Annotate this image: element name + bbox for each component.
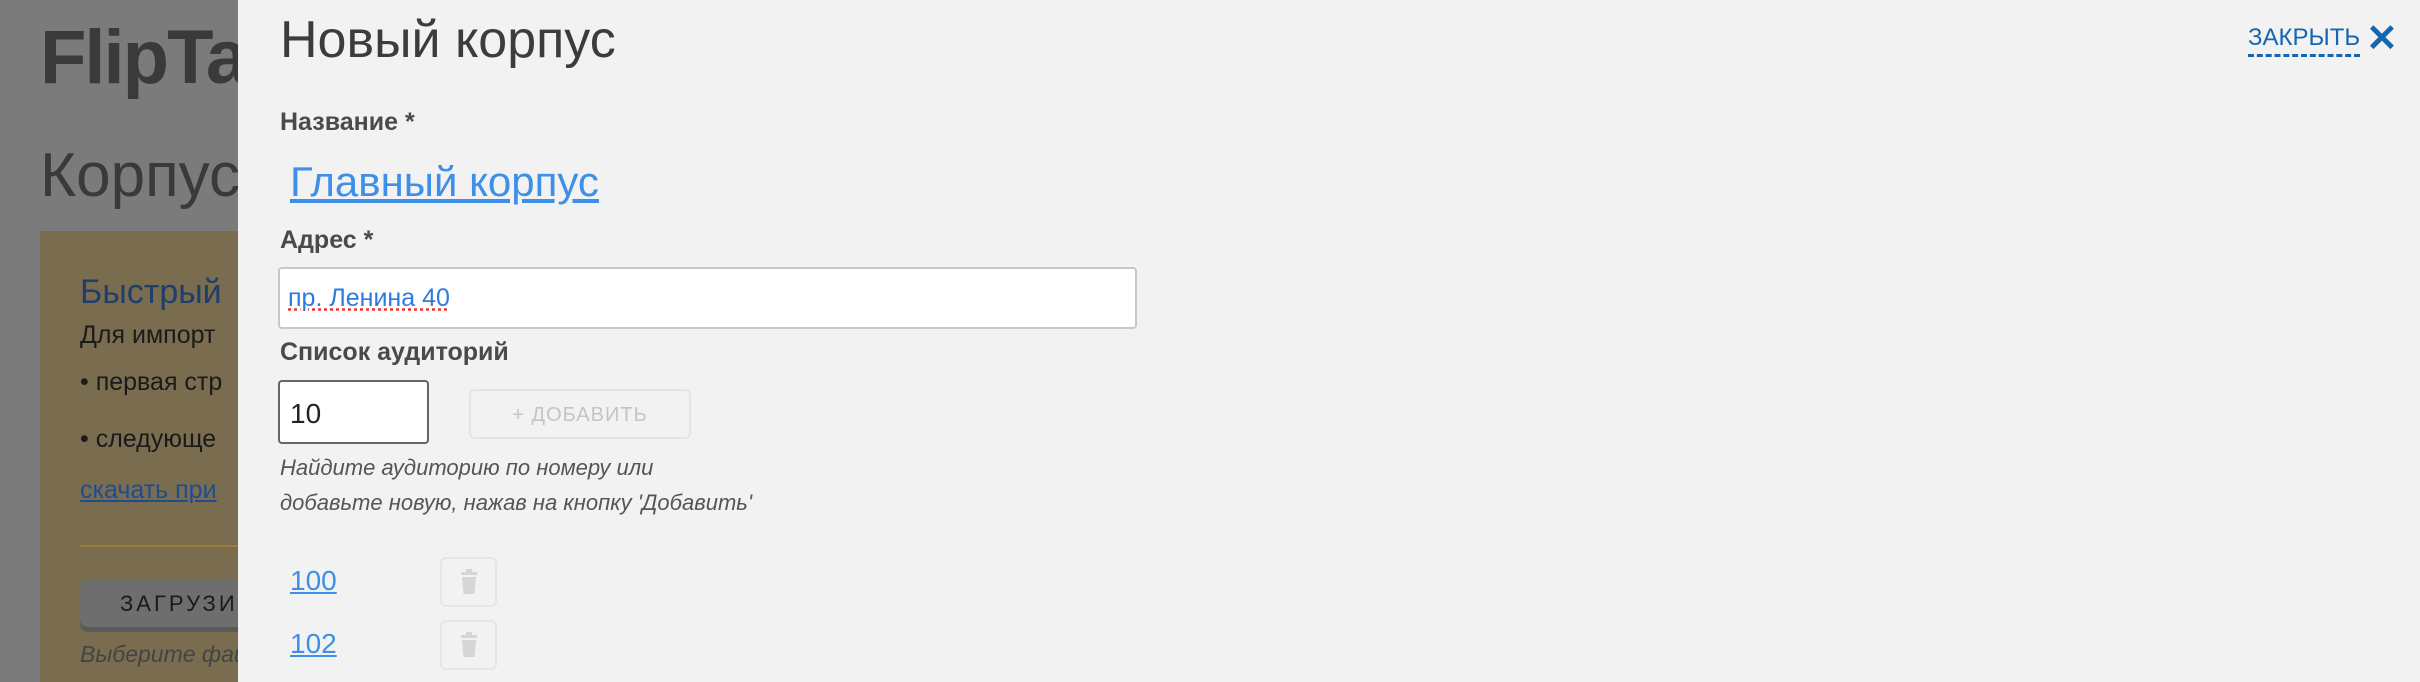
import-text: Для импорт [80, 321, 216, 349]
file-hint: Выберите фай [80, 641, 238, 667]
address-input[interactable]: пр. Ленина 40 [278, 267, 1137, 329]
trash-icon [460, 632, 477, 657]
address-label: Адрес * [280, 226, 374, 254]
import-heading: Быстрый [80, 273, 222, 311]
room-link[interactable]: 100 [290, 565, 337, 597]
logo: FlipTab [40, 15, 238, 100]
delete-room-button[interactable] [440, 620, 497, 670]
upload-button[interactable]: ЗАГРУЗИТ [80, 579, 238, 627]
import-bullet: • первая стр [80, 368, 223, 396]
divider [80, 545, 238, 547]
hint-line: добавьте новую, нажав на кнопку 'Добавит… [280, 490, 753, 515]
trash-icon [460, 569, 477, 594]
page-title: Корпуса [40, 141, 238, 210]
import-bullet: • следующе [80, 425, 217, 453]
hint-line: Найдите аудиторию по номеру или [280, 455, 654, 480]
address-value: пр. Ленина 40 [288, 284, 450, 312]
delete-room-button[interactable] [440, 557, 497, 607]
close-button[interactable]: ЗАКРЫТЬ [2248, 24, 2361, 57]
add-room-button[interactable]: + ДОБАВИТЬ [469, 389, 691, 439]
new-building-panel: Новый корпус ЗАКРЫТЬ ✕ Название * Главны… [238, 0, 2420, 682]
rooms-label: Список аудиторий [280, 338, 509, 366]
import-box: Быстрый Для импорт • первая стр • следую… [40, 231, 238, 682]
download-sample-link[interactable]: скачать при [80, 476, 217, 505]
name-label: Название * [280, 108, 415, 136]
background-page-overlay: FlipTab Корпуса Быстрый Для импорт • пер… [0, 0, 238, 682]
room-search-input[interactable]: 10 [278, 380, 429, 444]
close-icon[interactable]: ✕ [2366, 16, 2398, 61]
bullet-text: следующе [95, 425, 217, 453]
bullet-text: первая стр [95, 368, 223, 396]
name-value-editable[interactable]: Главный корпус [290, 158, 599, 206]
panel-title: Новый корпус [280, 11, 616, 69]
room-link[interactable]: 102 [290, 628, 337, 660]
